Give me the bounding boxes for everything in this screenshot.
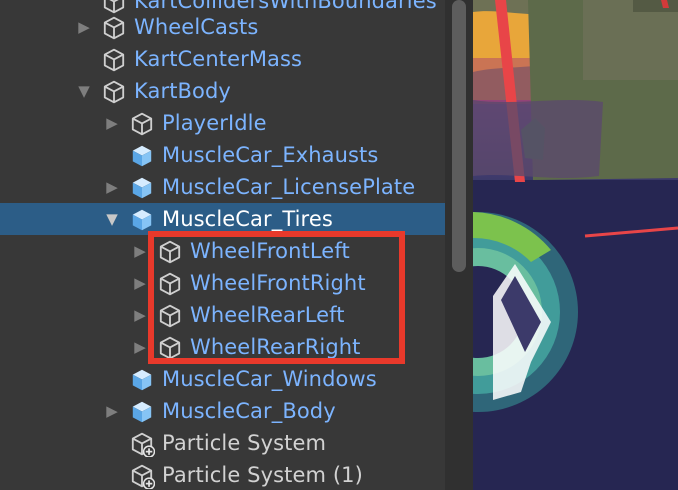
row-label: Particle System bbox=[162, 431, 327, 455]
hierarchy-row[interactable]: ▶ WheelCasts bbox=[0, 11, 445, 43]
row-label: MuscleCar_LicensePlate bbox=[162, 175, 416, 199]
row-label: KartBody bbox=[134, 79, 231, 103]
hierarchy-row[interactable]: ▼ KartBody bbox=[0, 75, 445, 107]
hierarchy-row[interactable]: Particle System bbox=[0, 427, 445, 459]
expand-arrow-icon[interactable]: ▶ bbox=[74, 11, 94, 43]
expand-arrow-icon[interactable]: ▶ bbox=[130, 267, 150, 299]
highlight-box bbox=[148, 231, 405, 364]
hierarchy-row[interactable]: ▶ PlayerIdle bbox=[0, 107, 445, 139]
gameobject-icon bbox=[103, 80, 125, 104]
expand-arrow-icon[interactable]: ▶ bbox=[102, 107, 122, 139]
hierarchy-row[interactable]: MuscleCar_Windows bbox=[0, 363, 445, 395]
collapse-arrow-icon[interactable]: ▼ bbox=[102, 203, 122, 235]
row-label: WheelCasts bbox=[134, 15, 259, 39]
gameobject-icon bbox=[131, 112, 153, 136]
gameobject-icon bbox=[103, 16, 125, 40]
scrollbar-thumb[interactable] bbox=[452, 0, 466, 272]
hierarchy-row[interactable]: MuscleCar_Exhausts bbox=[0, 139, 445, 171]
gameobject-icon bbox=[103, 48, 125, 72]
hierarchy-row[interactable]: Particle System (1) bbox=[0, 459, 445, 490]
scene-view[interactable] bbox=[473, 0, 678, 490]
expand-arrow-icon[interactable]: ▶ bbox=[102, 171, 122, 203]
prefab-icon bbox=[132, 177, 152, 199]
row-label: MuscleCar_Body bbox=[162, 399, 336, 423]
prefab-icon bbox=[132, 209, 152, 231]
particle-system-icon bbox=[131, 432, 155, 457]
prefab-icon bbox=[132, 401, 152, 423]
prefab-icon bbox=[132, 145, 152, 167]
row-label: PlayerIdle bbox=[162, 111, 267, 135]
prefab-icon bbox=[132, 369, 152, 391]
vertical-scrollbar[interactable] bbox=[445, 0, 473, 490]
scene-view-render bbox=[473, 0, 678, 490]
row-label: KartCenterMass bbox=[134, 47, 303, 71]
row-label: MuscleCar_Exhausts bbox=[162, 143, 379, 167]
hierarchy-row[interactable]: KartCenterMass bbox=[0, 43, 445, 75]
hierarchy-panel: KartCollidersWithBoundaries ▶ WheelCasts… bbox=[0, 0, 445, 490]
hierarchy-row[interactable]: ▶ MuscleCar_LicensePlate bbox=[0, 171, 445, 203]
hierarchy-row[interactable]: ▶ MuscleCar_Body bbox=[0, 395, 445, 427]
row-label: MuscleCar_Windows bbox=[162, 367, 377, 391]
expand-arrow-icon[interactable]: ▶ bbox=[130, 235, 150, 267]
expand-arrow-icon[interactable]: ▶ bbox=[130, 331, 150, 363]
row-label: Particle System (1) bbox=[162, 463, 363, 487]
expand-arrow-icon[interactable]: ▶ bbox=[130, 299, 150, 331]
expand-arrow-icon[interactable]: ▶ bbox=[102, 395, 122, 427]
collapse-arrow-icon[interactable]: ▼ bbox=[74, 75, 94, 107]
particle-system-icon bbox=[131, 464, 155, 489]
